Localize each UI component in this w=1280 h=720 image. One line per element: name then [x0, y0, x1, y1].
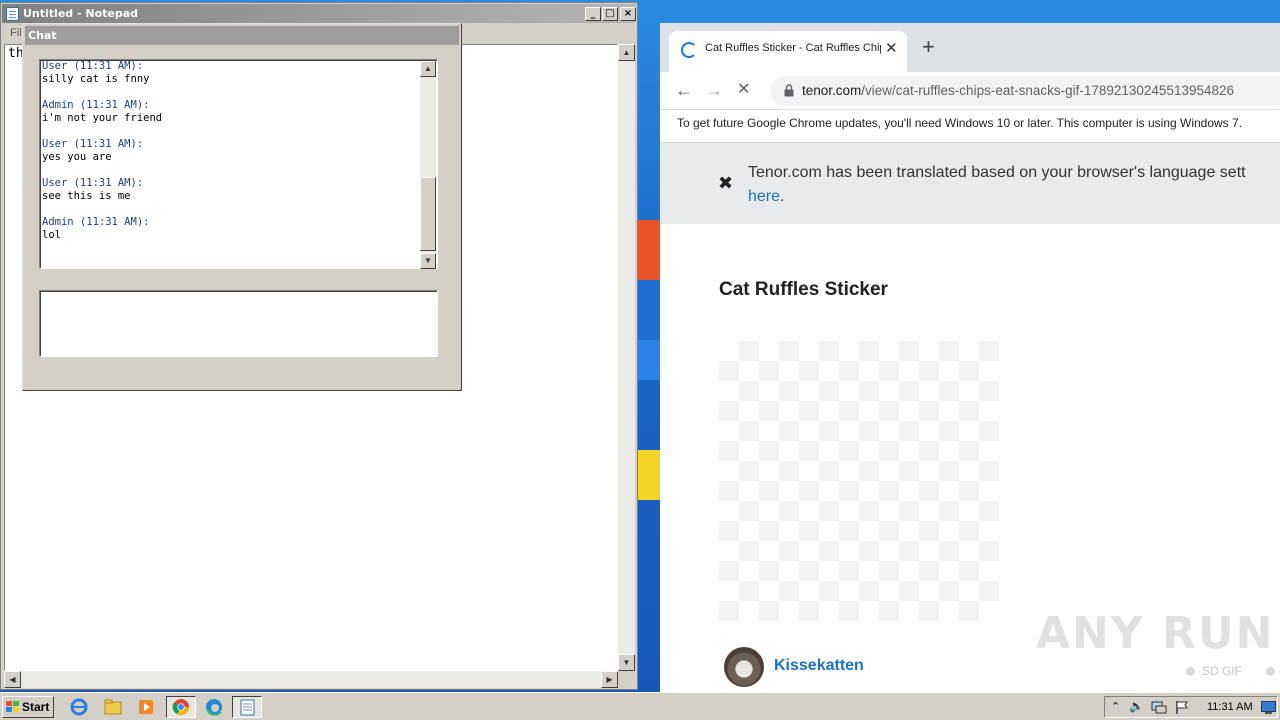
show-hidden-icons-icon[interactable]: ⌃ — [1111, 700, 1120, 713]
chrome-icon — [172, 699, 190, 716]
translation-banner: ✖ Tenor.com has been translated based on… — [660, 143, 1280, 224]
back-icon[interactable]: ← — [675, 80, 693, 100]
chat-titlebar[interactable]: Chat — [25, 26, 459, 45]
browser-window: Cat Ruffles Sticker - Cat Ruffles Chips … — [660, 23, 1280, 692]
notepad-taskbar-button[interactable] — [232, 696, 262, 718]
page-content: Cat Ruffles Sticker ANY RUN Kissekatten … — [660, 224, 1280, 692]
chat-message-input[interactable] — [39, 290, 438, 357]
chat-message: User (11:31 AM): see this is me — [42, 177, 420, 216]
toggle-dot-icon — [1266, 667, 1275, 676]
edge-icon[interactable] — [203, 697, 225, 717]
loading-spinner-icon — [681, 42, 697, 58]
chat-log[interactable]: User (11:31 AM): silly cat is fnny Admin… — [39, 59, 438, 269]
notepad-icon — [240, 699, 255, 716]
message-sender: User (11:31 AM): — [42, 177, 144, 189]
translation-settings-link[interactable]: here — [748, 188, 780, 205]
start-button[interactable]: Start — [2, 696, 54, 718]
taskbar: Start ⌃ 🔈 11:31 AM — [0, 692, 1280, 720]
message-text: silly cat is fnny — [42, 73, 150, 85]
browser-toolbar: ← → ✕ tenor.com/view/cat-ruffles-chips-e… — [660, 72, 1280, 110]
message-sender: User (11:31 AM): — [42, 138, 144, 150]
maximize-button[interactable]: □ — [602, 7, 618, 21]
page-title: Cat Ruffles Sticker — [719, 279, 888, 300]
media-player-icon[interactable] — [135, 697, 157, 717]
message-sender: Admin (11:31 AM): — [42, 216, 150, 228]
windows-logo-fragment — [638, 220, 660, 500]
update-notice: To get future Google Chrome updates, you… — [677, 116, 1243, 130]
volume-icon[interactable]: 🔈 — [1129, 699, 1144, 713]
close-icon[interactable]: ✖ — [718, 173, 733, 194]
action-center-flag-icon[interactable] — [1175, 700, 1189, 715]
chat-message: User (11:31 AM): silly cat is fnny — [42, 60, 420, 99]
gif-placeholder[interactable] — [719, 341, 999, 621]
explorer-icon[interactable] — [102, 697, 124, 717]
start-label: Start — [22, 700, 50, 714]
notepad-horizontal-scrollbar[interactable]: ◀ ▶ — [4, 671, 618, 688]
network-icon[interactable] — [1151, 700, 1167, 714]
scroll-down-icon[interactable]: ▼ — [618, 654, 635, 671]
show-desktop-icon[interactable] — [1261, 701, 1276, 714]
url-path: /view/cat-ruffles-chips-eat-snacks-gif-1… — [861, 83, 1235, 98]
menu-file[interactable]: Fil — [10, 27, 22, 39]
minimize-button[interactable]: _ — [585, 7, 601, 21]
translation-text: Tenor.com has been translated based on y… — [748, 164, 1246, 181]
toggle-dot-icon — [1186, 667, 1195, 676]
scroll-up-icon[interactable]: ▲ — [420, 61, 436, 77]
author-link[interactable]: Kissekatten — [774, 657, 864, 675]
forward-icon[interactable]: → — [705, 80, 723, 100]
url-text: tenor.com/view/cat-ruffles-chips-eat-sna… — [802, 83, 1234, 98]
translation-message: Tenor.com has been translated based on y… — [748, 161, 1280, 209]
windows-flag-icon — [6, 701, 19, 712]
ie-icon[interactable] — [68, 697, 90, 717]
stop-loading-icon[interactable]: ✕ — [737, 80, 750, 100]
chat-title: Chat — [28, 29, 57, 42]
scroll-up-icon[interactable]: ▲ — [618, 44, 635, 61]
notepad-vertical-scrollbar[interactable]: ▲ ▼ — [618, 44, 635, 671]
sd-gif-toggle[interactable]: SD GIF — [1180, 654, 1280, 688]
scroll-left-icon[interactable]: ◀ — [4, 671, 21, 688]
scroll-thumb[interactable] — [420, 177, 436, 251]
notepad-app-icon — [6, 7, 19, 21]
tab-title: Cat Ruffles Sticker - Cat Ruffles Chips — [705, 42, 881, 54]
chat-messages: User (11:31 AM): silly cat is fnny Admin… — [42, 60, 420, 255]
new-tab-icon[interactable]: + — [922, 35, 935, 59]
browser-tab[interactable]: Cat Ruffles Sticker - Cat Ruffles Chips … — [669, 31, 907, 72]
message-text: lol — [42, 229, 61, 241]
close-button[interactable]: × — [620, 7, 636, 21]
message-text: yes you are — [42, 151, 112, 163]
update-infobar: To get future Google Chrome updates, you… — [660, 111, 1280, 143]
notepad-titlebar[interactable]: Untitled - Notepad _ □ × — [2, 4, 636, 23]
avatar[interactable] — [724, 647, 764, 687]
url-host: tenor.com — [802, 83, 862, 98]
notepad-title: Untitled - Notepad — [23, 7, 139, 20]
message-text: i'm not your friend — [42, 112, 163, 124]
tab-close-icon[interactable]: ✕ — [885, 39, 898, 57]
chat-scrollbar[interactable]: ▲ ▼ — [420, 61, 436, 269]
sd-gif-label: SD GIF — [1202, 664, 1243, 678]
chat-message: Admin (11:31 AM): i'm not your friend — [42, 99, 420, 138]
message-sender: User (11:31 AM): — [42, 60, 144, 72]
scroll-right-icon[interactable]: ▶ — [601, 671, 618, 688]
watermark: ANY RUN — [1036, 608, 1275, 659]
chat-message: User (11:31 AM): yes you are — [42, 138, 420, 177]
address-bar[interactable]: tenor.com/view/cat-ruffles-chips-eat-sna… — [770, 76, 1280, 106]
chat-message: Admin (11:31 AM): lol — [42, 216, 420, 255]
clock[interactable]: 11:31 AM — [1207, 701, 1253, 713]
chrome-taskbar-button[interactable] — [166, 696, 196, 718]
message-text: see this is me — [42, 190, 131, 202]
tab-strip: Cat Ruffles Sticker - Cat Ruffles Chips … — [660, 23, 1280, 72]
chat-window: Chat User (11:31 AM): silly cat is fnny … — [22, 23, 462, 391]
translation-suffix: . — [780, 188, 785, 205]
scroll-down-icon[interactable]: ▼ — [420, 253, 436, 269]
system-tray: ⌃ 🔈 11:31 AM — [1104, 696, 1278, 718]
message-sender: Admin (11:31 AM): — [42, 99, 150, 111]
lock-icon — [784, 84, 794, 97]
